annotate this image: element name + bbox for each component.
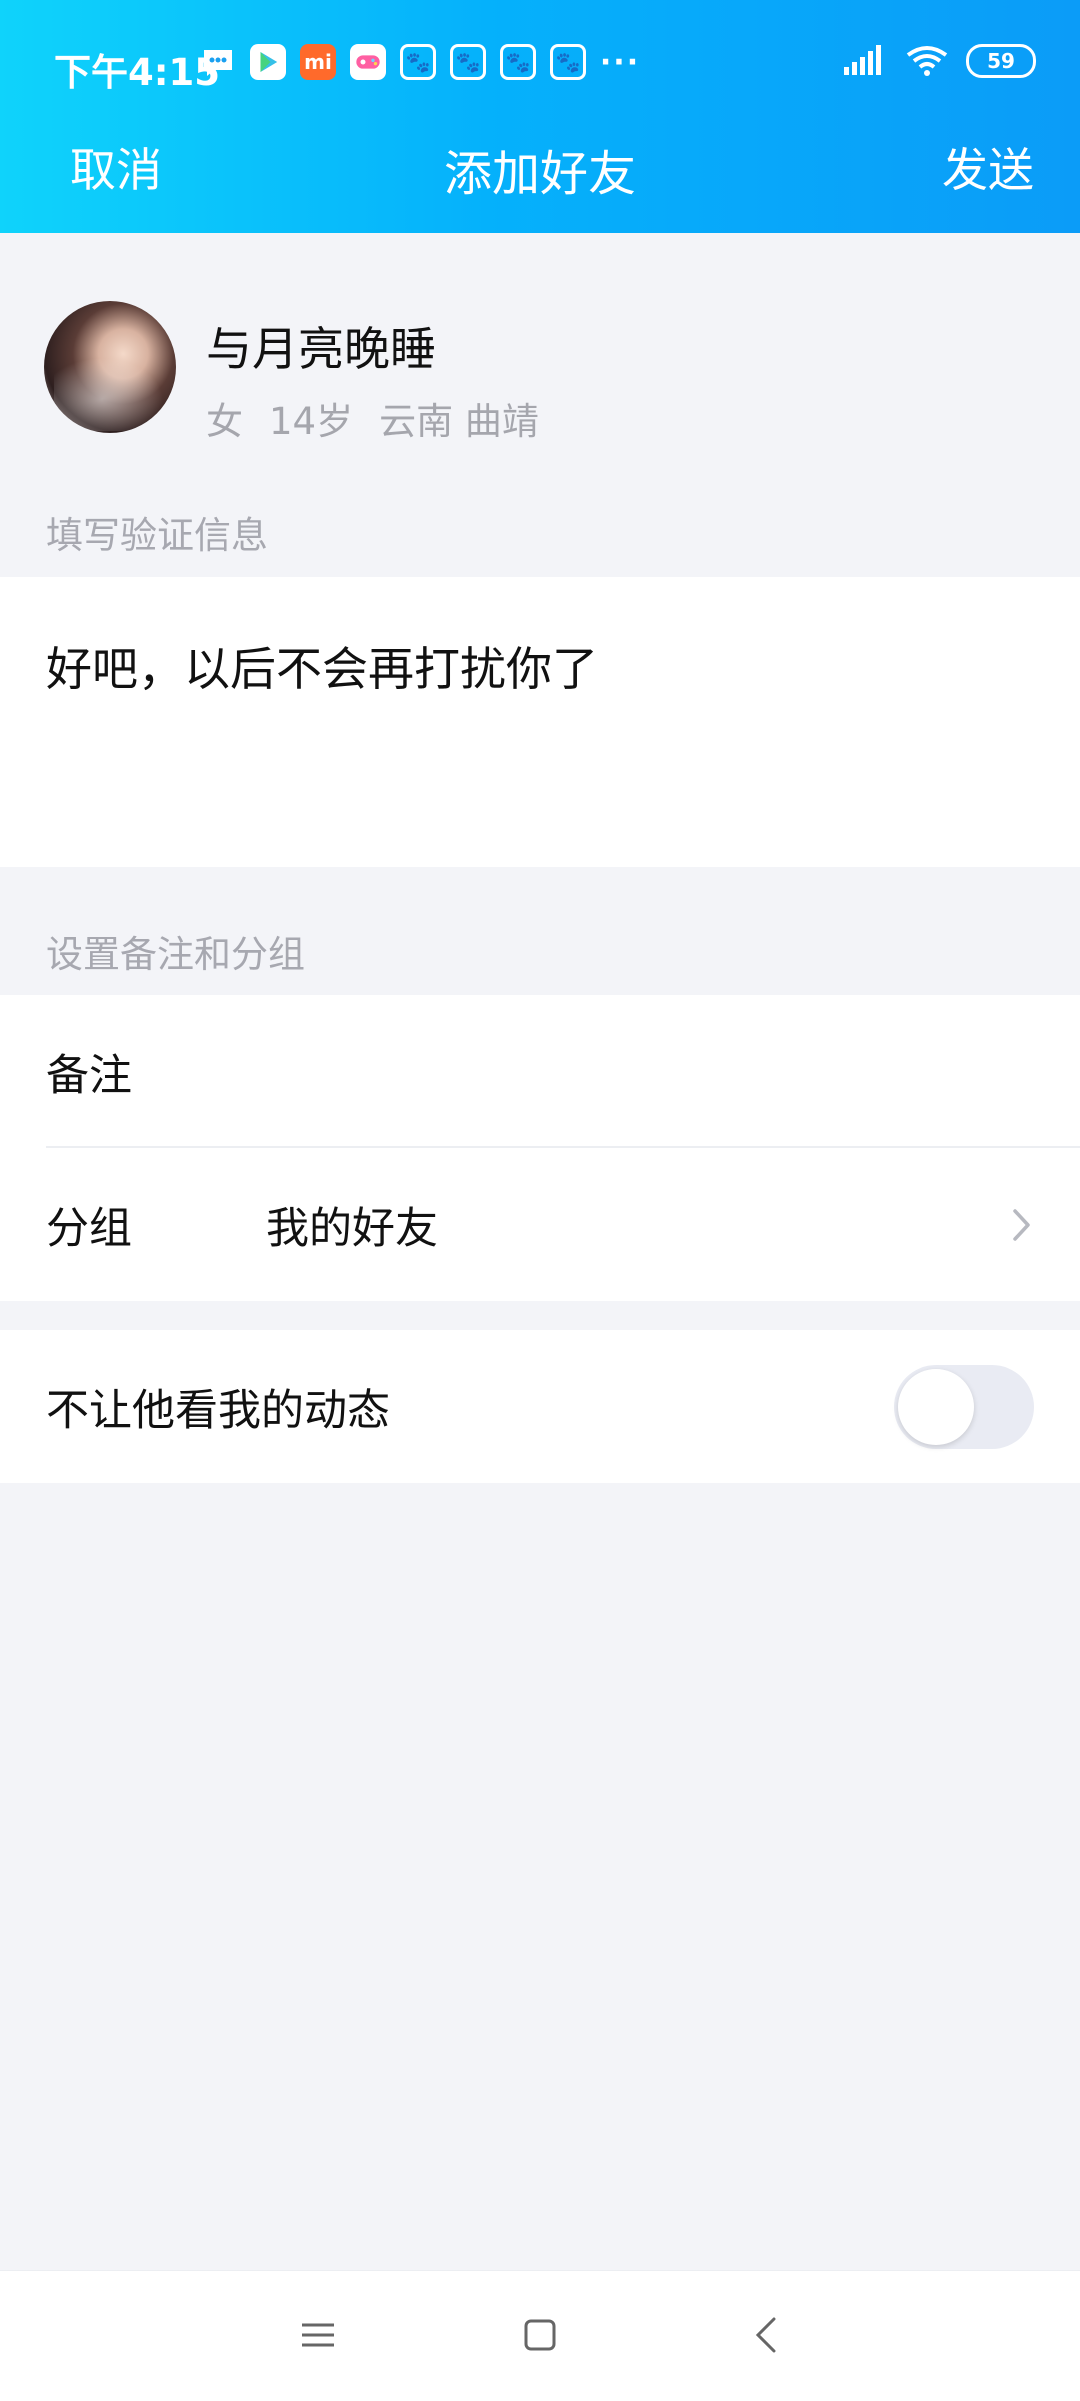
group-label: 分组 <box>46 1203 132 1254</box>
verify-section-label: 填写验证信息 <box>46 514 268 557</box>
nav-row: 添加好友 取消 发送 <box>0 130 1080 233</box>
privacy-list: 不让他看我的动态 <box>0 1330 1080 1483</box>
hide-moments-toggle[interactable] <box>894 1364 1034 1449</box>
age: 14岁 <box>269 400 354 443</box>
header: 下午4:15 mi 🐾 🐾 🐾 🐾 ··· 59 添加好友 取消 发送 <box>0 0 1080 233</box>
message-icon <box>200 44 236 80</box>
baidu-icon: 🐾 <box>450 44 486 80</box>
baidu-icon: 🐾 <box>550 44 586 80</box>
group-row[interactable]: 分组 我的好友 <box>0 1148 1080 1301</box>
play-store-icon <box>250 44 286 80</box>
cancel-button[interactable]: 取消 <box>70 134 162 200</box>
back-icon[interactable] <box>746 2313 790 2357</box>
remark-label: 备注 <box>46 1050 132 1101</box>
avatar[interactable] <box>44 301 176 433</box>
hide-moments-row: 不让他看我的动态 <box>0 1330 1080 1483</box>
verify-message-field[interactable]: 好吧，以后不会再打扰你了 <box>0 577 1080 867</box>
verify-message-text[interactable]: 好吧，以后不会再打扰你了 <box>46 633 598 699</box>
profile-meta: 女 14岁 云南 曲靖 <box>206 391 539 445</box>
chevron-right-icon <box>1013 1208 1030 1241</box>
location: 云南 曲靖 <box>379 400 539 443</box>
nickname: 与月亮晚睡 <box>206 322 436 376</box>
profile-card: 与月亮晚睡 女 14岁 云南 曲靖 <box>0 233 1080 473</box>
remark-group-list: 备注 分组 我的好友 <box>0 995 1080 1301</box>
baidu-icon: 🐾 <box>400 44 436 80</box>
status-right: 59 <box>844 44 1036 78</box>
system-nav-bar <box>0 2270 1080 2401</box>
send-button[interactable]: 发送 <box>942 134 1034 200</box>
menu-icon[interactable] <box>296 2313 340 2357</box>
more-dots-icon: ··· <box>599 44 641 80</box>
hide-moments-label: 不让他看我的动态 <box>46 1385 390 1436</box>
home-icon[interactable] <box>518 2313 562 2357</box>
status-time: 下午4:15 <box>54 51 221 94</box>
toggle-knob <box>898 1368 974 1445</box>
remark-row[interactable]: 备注 <box>0 995 1080 1148</box>
baidu-icon: 🐾 <box>500 44 536 80</box>
page-title: 添加好友 <box>443 146 636 202</box>
signal-icon <box>844 45 881 75</box>
settings-section-label: 设置备注和分组 <box>46 933 305 976</box>
wifi-icon <box>906 46 948 76</box>
status-bar: 下午4:15 mi 🐾 🐾 🐾 🐾 ··· 59 <box>0 0 1080 130</box>
notification-icons: mi 🐾 🐾 🐾 🐾 ··· <box>200 44 640 80</box>
mi-icon: mi <box>300 44 336 80</box>
game-icon <box>350 44 386 80</box>
gender: 女 <box>206 400 243 443</box>
battery-icon: 59 <box>966 44 1036 78</box>
group-value: 我的好友 <box>266 1203 438 1254</box>
